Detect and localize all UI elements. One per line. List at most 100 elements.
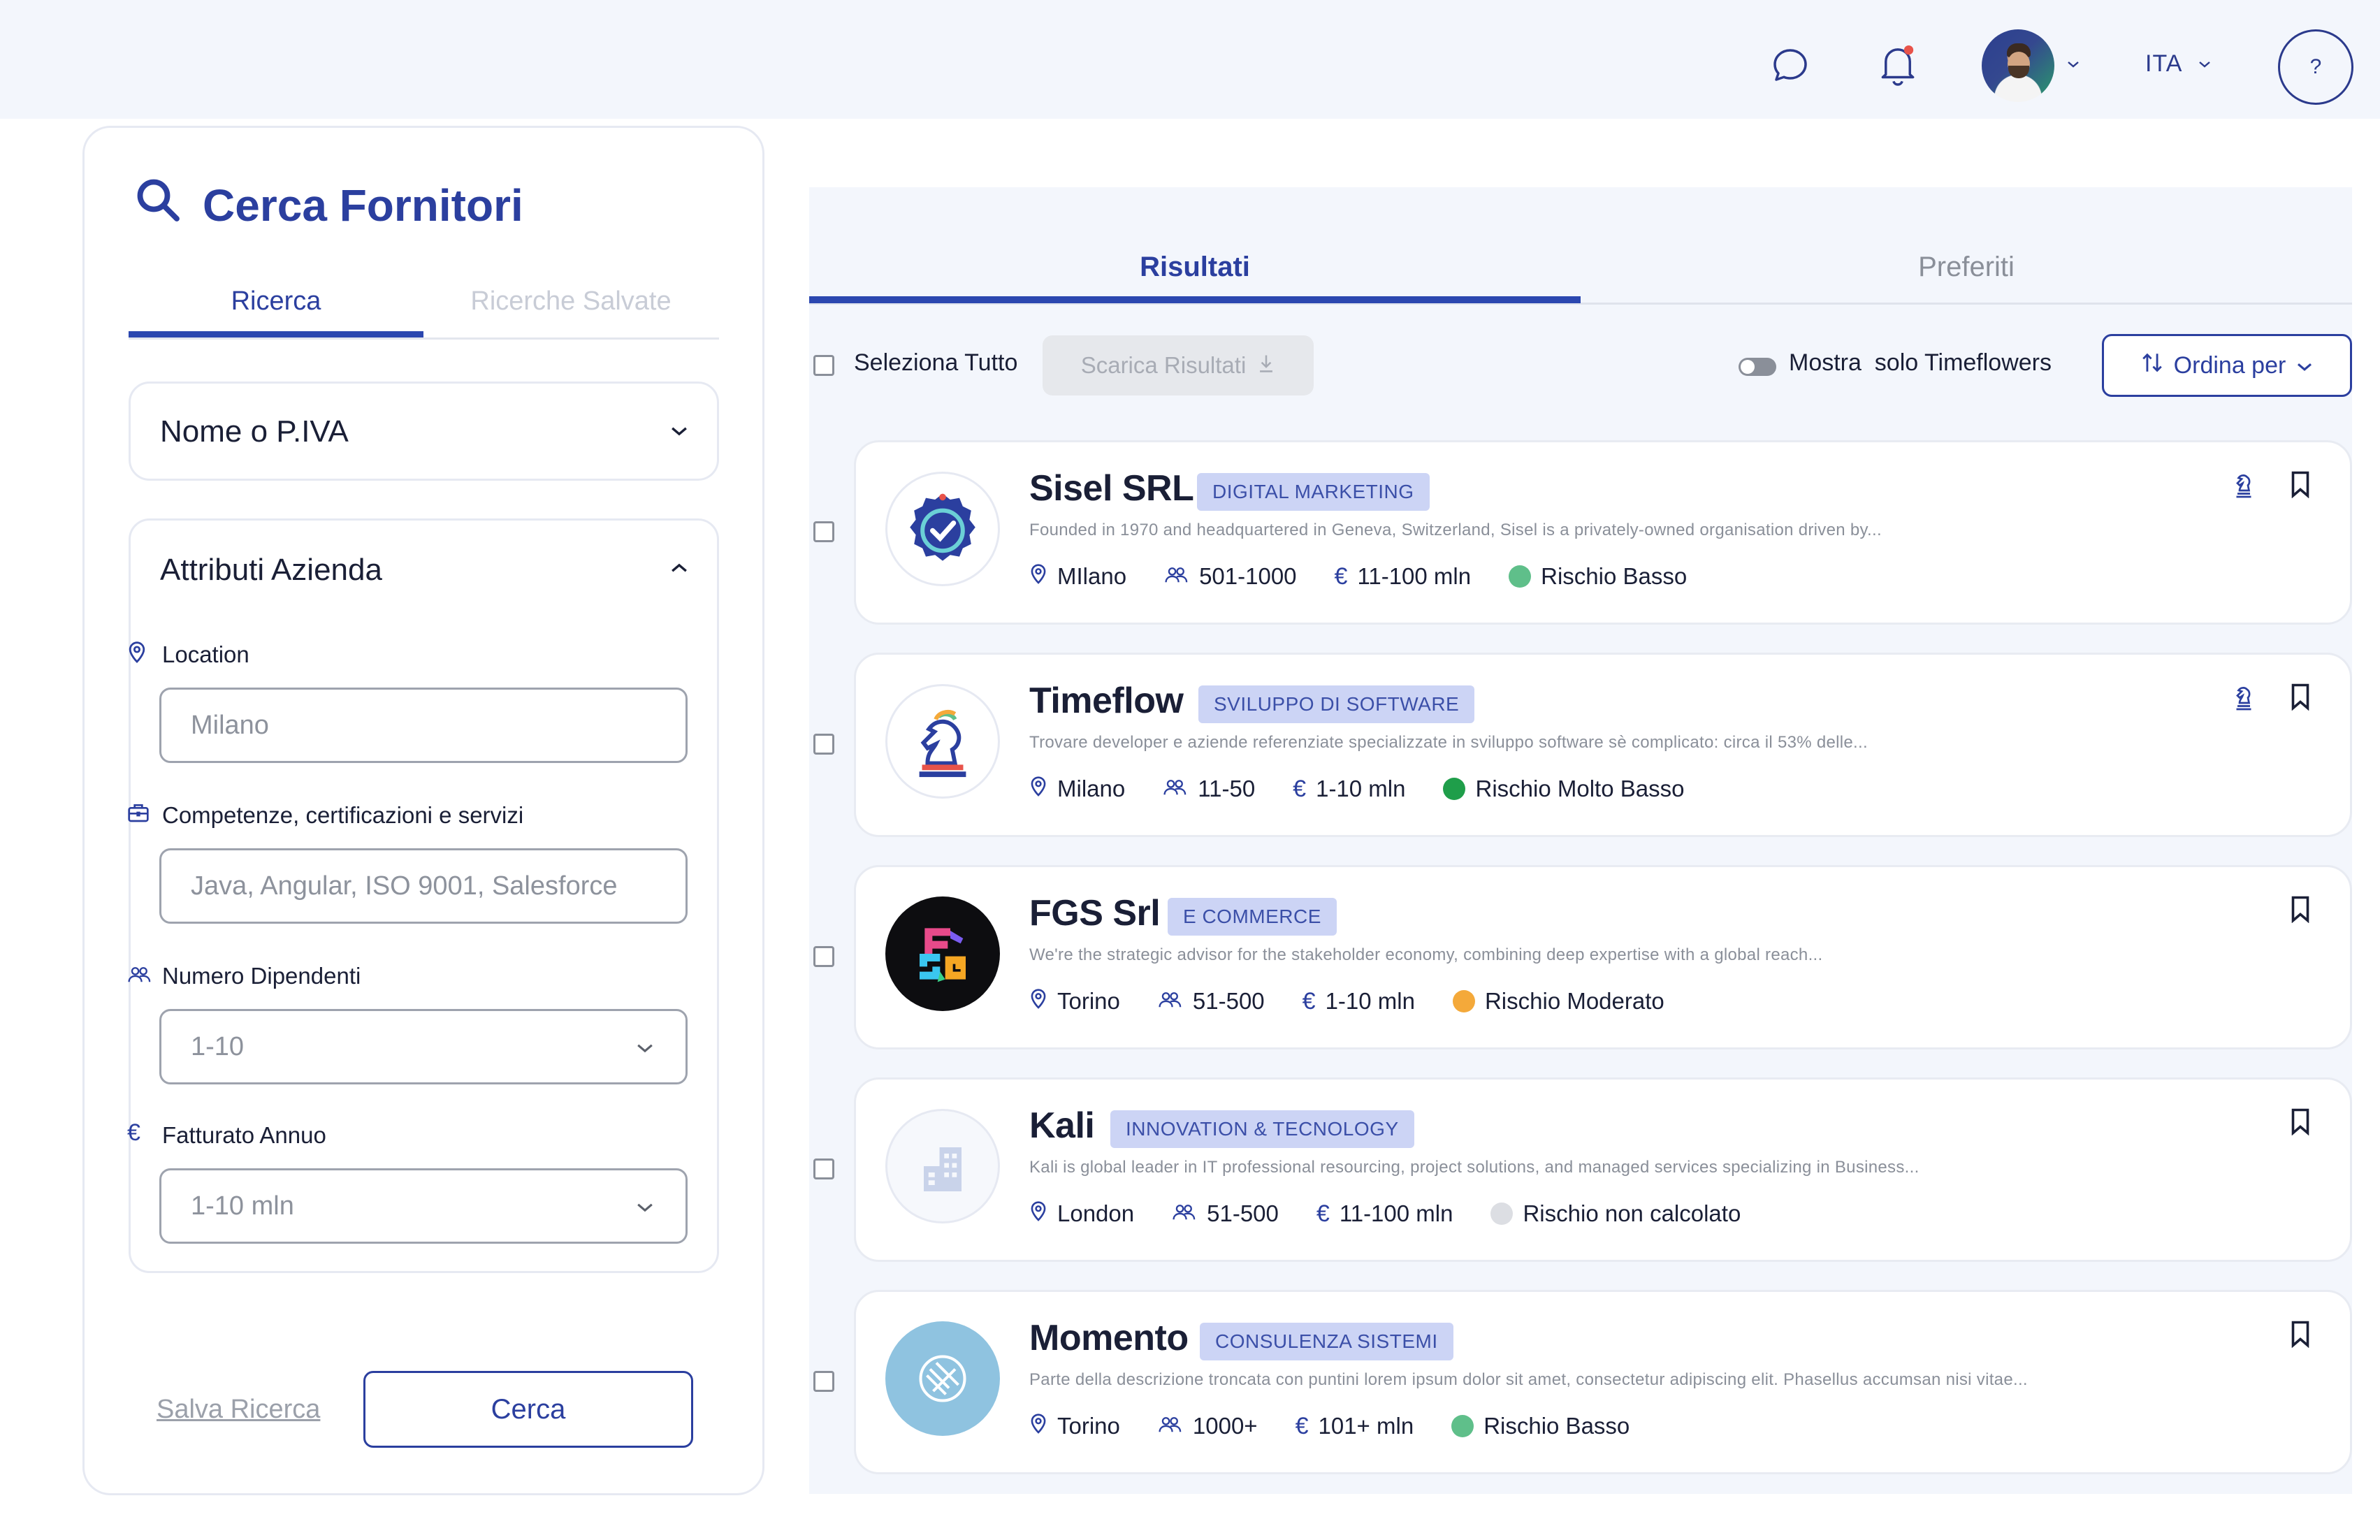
result-card[interactable]: Sisel SRL DIGITAL MARKETING Founded in 1… xyxy=(854,440,2352,625)
company-name[interactable]: Timeflow xyxy=(1029,680,1184,722)
meta-revenue-text: 1-10 mln xyxy=(1316,776,1406,801)
meta-location: London xyxy=(1029,1200,1134,1228)
skills-input[interactable]: Java, Angular, ISO 9001, Salesforce xyxy=(159,848,688,924)
timeflowers-toggle-label: Mostra solo Timeflowers xyxy=(1789,349,2052,376)
select-all-checkbox[interactable] xyxy=(813,355,834,376)
company-meta: Torino 1000+ € 101+ mln Rischio Basso xyxy=(1029,1412,1667,1440)
meta-risk: Rischio Basso xyxy=(1509,563,1687,590)
meta-employees: 1000+ xyxy=(1158,1413,1258,1439)
euro-icon: € xyxy=(1293,775,1307,802)
location-label: Location xyxy=(129,641,249,668)
tab-ricerche-salvate[interactable]: Ricerche Salvate xyxy=(423,286,718,317)
category-tag: INNOVATION & TECNOLOGY xyxy=(1110,1110,1414,1148)
location-pin-icon xyxy=(1029,1412,1047,1440)
location-input-value: Milano xyxy=(191,710,269,740)
result-checkbox[interactable] xyxy=(813,734,834,755)
tab-preferiti[interactable]: Preferiti xyxy=(1581,252,2352,283)
result-checkbox[interactable] xyxy=(813,946,834,967)
meta-revenue: € 1-10 mln xyxy=(1293,776,1405,803)
category-tag: CONSULENZA SISTEMI xyxy=(1200,1323,1453,1360)
meta-risk-text: Rischio non calcolato xyxy=(1523,1200,1741,1226)
download-icon xyxy=(1257,352,1275,379)
euro-icon: € xyxy=(1295,1412,1309,1439)
bookmark-icon[interactable] xyxy=(2290,1320,2311,1351)
location-pin-icon xyxy=(1029,987,1047,1015)
company-logo xyxy=(885,1109,1000,1223)
save-search-link[interactable]: Salva Ricerca xyxy=(157,1395,320,1425)
search-button[interactable]: Cerca xyxy=(363,1371,693,1448)
euro-icon: € xyxy=(127,1119,140,1146)
company-name[interactable]: Sisel SRL xyxy=(1029,467,1194,509)
revenue-select[interactable]: 1-10 mln xyxy=(159,1168,688,1244)
card-actions xyxy=(2290,1320,2311,1351)
timeflow-knight-icon[interactable] xyxy=(2231,470,2256,502)
category-tag: DIGITAL MARKETING xyxy=(1197,473,1430,511)
category-tag: E COMMERCE xyxy=(1168,898,1337,936)
people-icon xyxy=(1172,1200,1197,1227)
result-card[interactable]: Momento CONSULENZA SISTEMI Parte della d… xyxy=(854,1290,2352,1474)
meta-revenue-text: 11-100 mln xyxy=(1339,1200,1453,1226)
language-selector[interactable]: ITA xyxy=(2145,50,2182,78)
bell-icon[interactable] xyxy=(1875,42,1920,88)
search-tabs: Ricerca Ricerche Salvate xyxy=(129,279,719,340)
company-name[interactable]: Momento xyxy=(1029,1317,1189,1359)
meta-employees: 11-50 xyxy=(1163,776,1255,802)
revenue-select-value: 1-10 mln xyxy=(191,1191,294,1221)
bookmark-icon[interactable] xyxy=(2290,470,2311,502)
people-icon xyxy=(1164,563,1189,590)
meta-employees-text: 501-1000 xyxy=(1199,563,1297,589)
meta-revenue: € 11-100 mln xyxy=(1316,1200,1453,1228)
result-card[interactable]: Timeflow SVILUPPO DI SOFTWARE Trovare de… xyxy=(854,653,2352,837)
chevron-down-icon[interactable] xyxy=(2066,59,2081,70)
company-description: Parte della descrizione troncata con pun… xyxy=(1029,1370,2028,1389)
meta-location: Torino xyxy=(1029,1412,1120,1440)
bookmark-icon[interactable] xyxy=(2290,1107,2311,1139)
chevron-down-icon[interactable] xyxy=(2197,59,2212,70)
company-logo xyxy=(885,472,1000,586)
company-logo xyxy=(885,684,1000,799)
bookmark-icon[interactable] xyxy=(2290,683,2311,714)
help-button[interactable]: ? xyxy=(2278,29,2353,105)
company-description: Founded in 1970 and headquartered in Gen… xyxy=(1029,521,1882,539)
people-icon xyxy=(1163,776,1188,802)
location-input[interactable]: Milano xyxy=(159,688,688,763)
location-pin-icon xyxy=(1029,775,1047,803)
meta-risk: Rischio Molto Basso xyxy=(1443,776,1684,802)
tab-risultati[interactable]: Risultati xyxy=(809,252,1581,283)
tab-ricerca[interactable]: Ricerca xyxy=(129,286,423,317)
meta-location: Milano xyxy=(1029,775,1125,803)
timeflowers-toggle[interactable] xyxy=(1739,358,1776,376)
meta-location: MIlano xyxy=(1029,562,1126,590)
timeflow-knight-icon[interactable] xyxy=(2231,683,2256,714)
meta-location: Torino xyxy=(1029,987,1120,1015)
meta-employees: 501-1000 xyxy=(1164,563,1297,590)
result-checkbox[interactable] xyxy=(813,521,834,542)
company-name[interactable]: Kali xyxy=(1029,1105,1095,1147)
card-actions xyxy=(2290,895,2311,927)
avatar[interactable] xyxy=(1982,29,2054,102)
company-meta: Milano 11-50 € 1-10 mln Rischio Molto Ba… xyxy=(1029,775,1722,803)
employees-select[interactable]: 1-10 xyxy=(159,1009,688,1084)
sort-label: Ordina per xyxy=(2173,351,2286,379)
company-name[interactable]: FGS Srl xyxy=(1029,892,1161,934)
result-checkbox[interactable] xyxy=(813,1158,834,1179)
accordion-name-piva[interactable]: Nome o P.IVA xyxy=(129,382,719,481)
sort-button[interactable]: Ordina per xyxy=(2102,334,2352,397)
card-actions xyxy=(2231,470,2311,502)
company-logo xyxy=(885,896,1000,1011)
card-actions xyxy=(2290,1107,2311,1139)
download-results-button[interactable]: Scarica Risultati xyxy=(1043,335,1314,395)
risk-dot xyxy=(1451,1415,1474,1437)
bookmark-icon[interactable] xyxy=(2290,895,2311,927)
chevron-up-icon[interactable] xyxy=(669,561,689,579)
meta-revenue: € 101+ mln xyxy=(1296,1413,1414,1440)
result-card[interactable]: FGS Srl E COMMERCE We're the strategic a… xyxy=(854,865,2352,1049)
chevron-down-icon xyxy=(2295,352,2314,379)
meta-revenue: € 11-100 mln xyxy=(1335,563,1472,590)
euro-icon: € xyxy=(1334,562,1348,590)
result-checkbox[interactable] xyxy=(813,1371,834,1392)
top-bar: ITA ? xyxy=(0,0,2380,119)
meta-employees-text: 51-500 xyxy=(1192,988,1265,1014)
result-card[interactable]: Kali INNOVATION & TECNOLOGY Kali is glob… xyxy=(854,1077,2352,1262)
chat-bubble-icon[interactable] xyxy=(1768,43,1813,88)
